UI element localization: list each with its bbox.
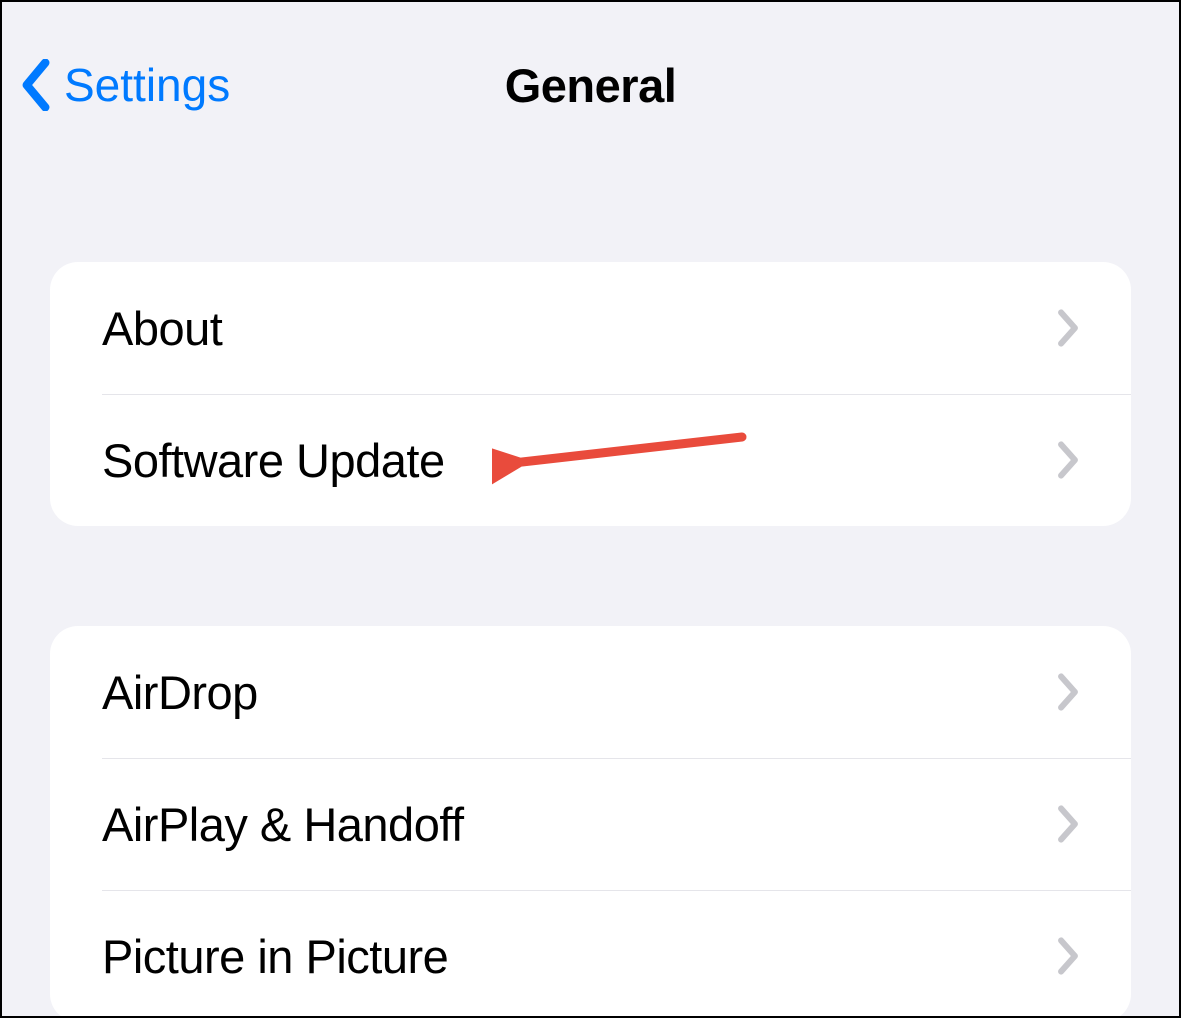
chevron-right-icon: [1057, 805, 1079, 843]
row-airdrop[interactable]: AirDrop: [50, 626, 1131, 758]
chevron-left-icon: [20, 59, 52, 111]
row-label: About: [102, 301, 222, 356]
settings-content: About Software Update AirDrop: [2, 182, 1179, 1016]
row-about[interactable]: About: [50, 262, 1131, 394]
navigation-bar: Settings General: [2, 2, 1179, 182]
row-label: Software Update: [102, 433, 445, 488]
chevron-right-icon: [1057, 937, 1079, 975]
row-label: Picture in Picture: [102, 929, 448, 984]
chevron-right-icon: [1057, 309, 1079, 347]
back-label: Settings: [64, 58, 230, 112]
page-title: General: [505, 58, 677, 113]
row-label: AirDrop: [102, 665, 258, 720]
row-picture-in-picture[interactable]: Picture in Picture: [50, 890, 1131, 1016]
back-button[interactable]: Settings: [20, 58, 230, 112]
chevron-right-icon: [1057, 673, 1079, 711]
settings-group-2: AirDrop AirPlay & Handoff Picture in Pic…: [50, 626, 1131, 1016]
row-airplay-handoff[interactable]: AirPlay & Handoff: [50, 758, 1131, 890]
row-software-update[interactable]: Software Update: [50, 394, 1131, 526]
scroll-area[interactable]: Settings General About Software Update: [2, 2, 1179, 1016]
chevron-right-icon: [1057, 441, 1079, 479]
settings-group-1: About Software Update: [50, 262, 1131, 526]
row-label: AirPlay & Handoff: [102, 797, 464, 852]
